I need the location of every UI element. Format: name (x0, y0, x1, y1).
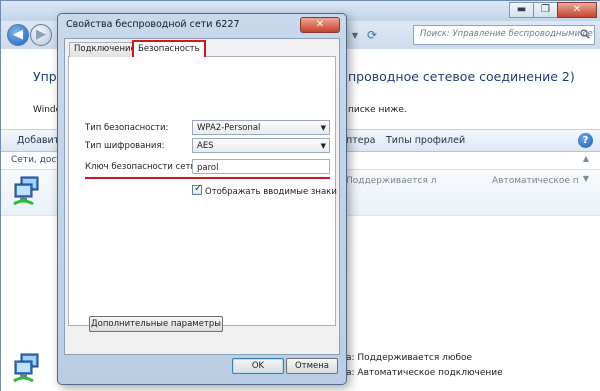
profile-types-button[interactable]: Типы профилей (386, 135, 465, 146)
encryption-type-select[interactable]: AES ▼ (192, 138, 330, 153)
highlight-underline (85, 177, 330, 179)
address-bar-controls: ▼ ⟳ (347, 25, 409, 45)
window-controls: ▬ ❐ ✕ (509, 2, 597, 18)
security-type-value: WPA2-Personal (197, 123, 261, 133)
scroll-up-icon[interactable]: ▲ (583, 154, 589, 163)
network-connection-mode: Автоматическое п (492, 176, 579, 186)
dialog-body: Тип безопасности: WPA2-Personal ▼ Тип ши… (64, 38, 340, 355)
wireless-properties-dialog: Свойства беспроводной сети 6227 ✕ Тип бе… (57, 13, 347, 385)
address-dropdown-icon[interactable]: ▼ (347, 31, 363, 40)
cancel-button[interactable]: Отмена (286, 358, 338, 374)
ok-button[interactable]: OK (232, 358, 284, 374)
page-description-right: писке ниже. (348, 105, 407, 115)
tab-security[interactable]: Безопасность (132, 40, 206, 57)
chevron-down-icon: ▼ (320, 142, 326, 150)
help-icon[interactable]: ? (578, 133, 593, 148)
minimize-button[interactable]: ▬ (509, 2, 534, 18)
show-characters-label: Отображать вводимые знаки (205, 187, 337, 197)
scroll-down-icon[interactable]: ▼ (583, 174, 589, 183)
network-key-input[interactable] (192, 159, 330, 174)
network-security-status: Поддерживается л (346, 176, 437, 186)
security-tab-panel: Тип безопасности: WPA2-Personal ▼ Тип ши… (68, 56, 337, 332)
show-characters-option[interactable]: ✓ Отображать вводимые знаки (192, 183, 337, 197)
back-button[interactable]: ◀ (7, 24, 29, 46)
close-icon: ✕ (315, 19, 325, 30)
chevron-down-icon: ▼ (320, 124, 326, 132)
forward-button[interactable]: ▶ (30, 24, 52, 46)
forward-arrow-icon: ▶ (36, 27, 46, 42)
close-window-button[interactable]: ✕ (557, 2, 597, 18)
tab-connection[interactable]: Подключение (69, 42, 141, 57)
checkmark-icon: ✓ (194, 183, 203, 194)
security-type-select[interactable]: WPA2-Personal ▼ (192, 120, 330, 135)
dialog-title: Свойства беспроводной сети 6227 (66, 19, 240, 30)
dialog-close-button[interactable]: ✕ (300, 17, 340, 33)
back-arrow-icon: ◀ (13, 27, 23, 42)
search-placeholder: Поиск: Управление беспроводными сетями (420, 29, 594, 39)
adapter-properties-button[interactable]: птера (346, 135, 375, 146)
search-icon[interactable] (580, 29, 590, 42)
encryption-type-label: Тип шифрования: (85, 141, 165, 151)
show-characters-checkbox[interactable]: ✓ (192, 183, 203, 195)
wireless-network-icon (11, 351, 45, 385)
page-heading-right: проводное сетевое соединение 2) (348, 69, 575, 84)
advanced-settings-button[interactable]: Дополнительные параметры (89, 316, 223, 332)
network-key-label: Ключ безопасности сети (85, 162, 196, 172)
security-type-label: Тип безопасности: (85, 123, 169, 133)
maximize-button[interactable]: ❐ (533, 2, 558, 18)
network-connection-mode: а: Автоматическое подключение (346, 368, 503, 378)
wireless-network-icon (11, 174, 45, 208)
encryption-type-value: AES (197, 141, 214, 151)
search-input[interactable]: Поиск: Управление беспроводными сетями (413, 25, 595, 45)
refresh-icon[interactable]: ⟳ (363, 28, 381, 42)
network-security-status: а: Поддерживается любое (346, 353, 473, 363)
